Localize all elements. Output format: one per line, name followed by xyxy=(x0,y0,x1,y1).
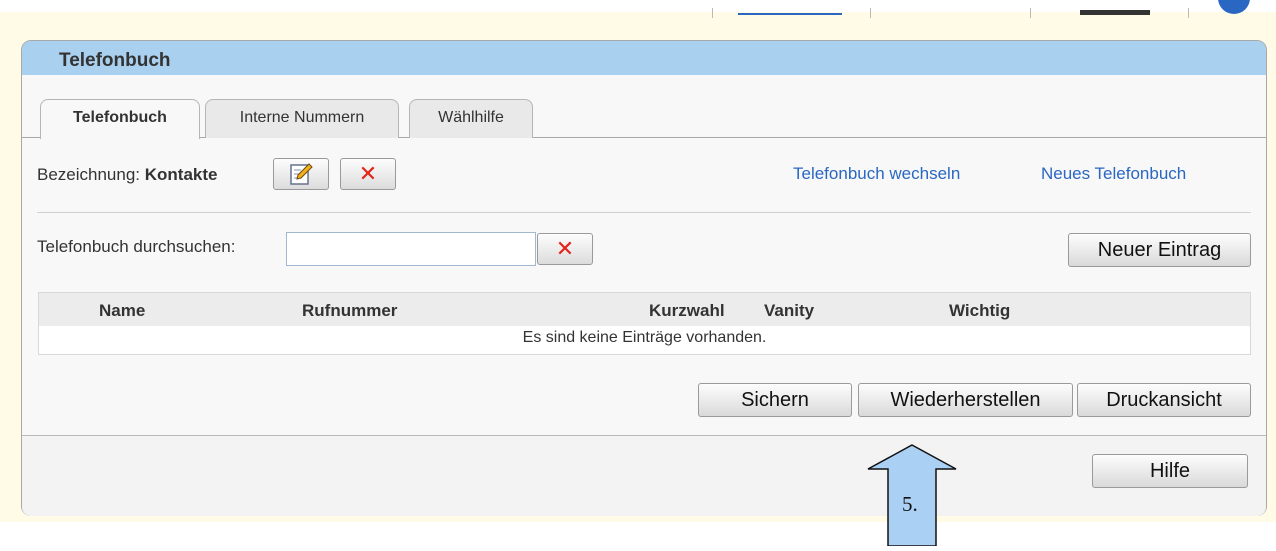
section-divider xyxy=(37,212,1251,213)
tab-telefonbuch[interactable]: Telefonbuch xyxy=(40,99,200,139)
new-entry-button[interactable]: Neuer Eintrag xyxy=(1068,233,1251,267)
phonebook-table: Name Rufnummer Kurzwahl Vanity Wichtig E… xyxy=(38,292,1251,355)
search-label: Telefonbuch durchsuchen: xyxy=(37,237,236,256)
top-nav-separator xyxy=(870,8,871,18)
top-nav-separator xyxy=(1030,8,1031,18)
column-header-vanity[interactable]: Vanity xyxy=(764,301,814,321)
panel-header: Telefonbuch xyxy=(22,41,1266,75)
top-nav-strip xyxy=(0,0,1276,18)
column-header-rufnummer[interactable]: Rufnummer xyxy=(302,301,397,321)
phonebook-name-value: Kontakte xyxy=(144,165,218,184)
help-button[interactable]: Hilfe xyxy=(1092,454,1248,488)
column-header-wichtig[interactable]: Wichtig xyxy=(949,301,1010,321)
tab-interne-nummern[interactable]: Interne Nummern xyxy=(205,99,399,138)
help-circle-icon[interactable] xyxy=(1218,0,1250,14)
print-view-button[interactable]: Druckansicht xyxy=(1077,383,1251,417)
clear-search-button[interactable]: ✕ xyxy=(537,233,593,265)
save-button[interactable]: Sichern xyxy=(698,383,852,417)
top-nav-separator xyxy=(712,8,713,18)
column-header-name[interactable]: Name xyxy=(99,301,145,321)
clear-x-icon: ✕ xyxy=(555,236,575,261)
phonebook-panel: Telefonbuch Telefonbuch Interne Nummern … xyxy=(21,40,1267,516)
delete-phonebook-button[interactable]: ✕ xyxy=(340,158,396,190)
new-phonebook-link[interactable]: Neues Telefonbuch xyxy=(1041,164,1186,184)
tab-waehlhilfe[interactable]: Wählhilfe xyxy=(409,99,533,138)
step-number-label: 5. xyxy=(902,492,918,516)
edit-icon xyxy=(290,163,313,185)
restore-button[interactable]: Wiederherstellen xyxy=(858,383,1073,417)
column-header-kurzwahl[interactable]: Kurzwahl xyxy=(649,301,725,321)
search-input[interactable] xyxy=(286,232,536,266)
edit-phonebook-button[interactable] xyxy=(273,158,329,190)
table-header: Name Rufnummer Kurzwahl Vanity Wichtig xyxy=(39,293,1250,326)
panel-footer: Hilfe xyxy=(22,435,1266,516)
top-nav-separator xyxy=(1188,8,1189,18)
switch-phonebook-link[interactable]: Telefonbuch wechseln xyxy=(793,164,960,184)
delete-x-icon: ✕ xyxy=(358,161,378,186)
panel-title: Telefonbuch xyxy=(59,50,171,71)
top-nav-link[interactable] xyxy=(1080,10,1150,15)
empty-table-message: Es sind keine Einträge vorhanden. xyxy=(522,329,767,346)
phonebook-name-row: Bezeichnung: Kontakte xyxy=(37,165,218,185)
phonebook-name-label: Bezeichnung: xyxy=(37,165,141,184)
top-nav-active-link[interactable] xyxy=(738,13,842,15)
